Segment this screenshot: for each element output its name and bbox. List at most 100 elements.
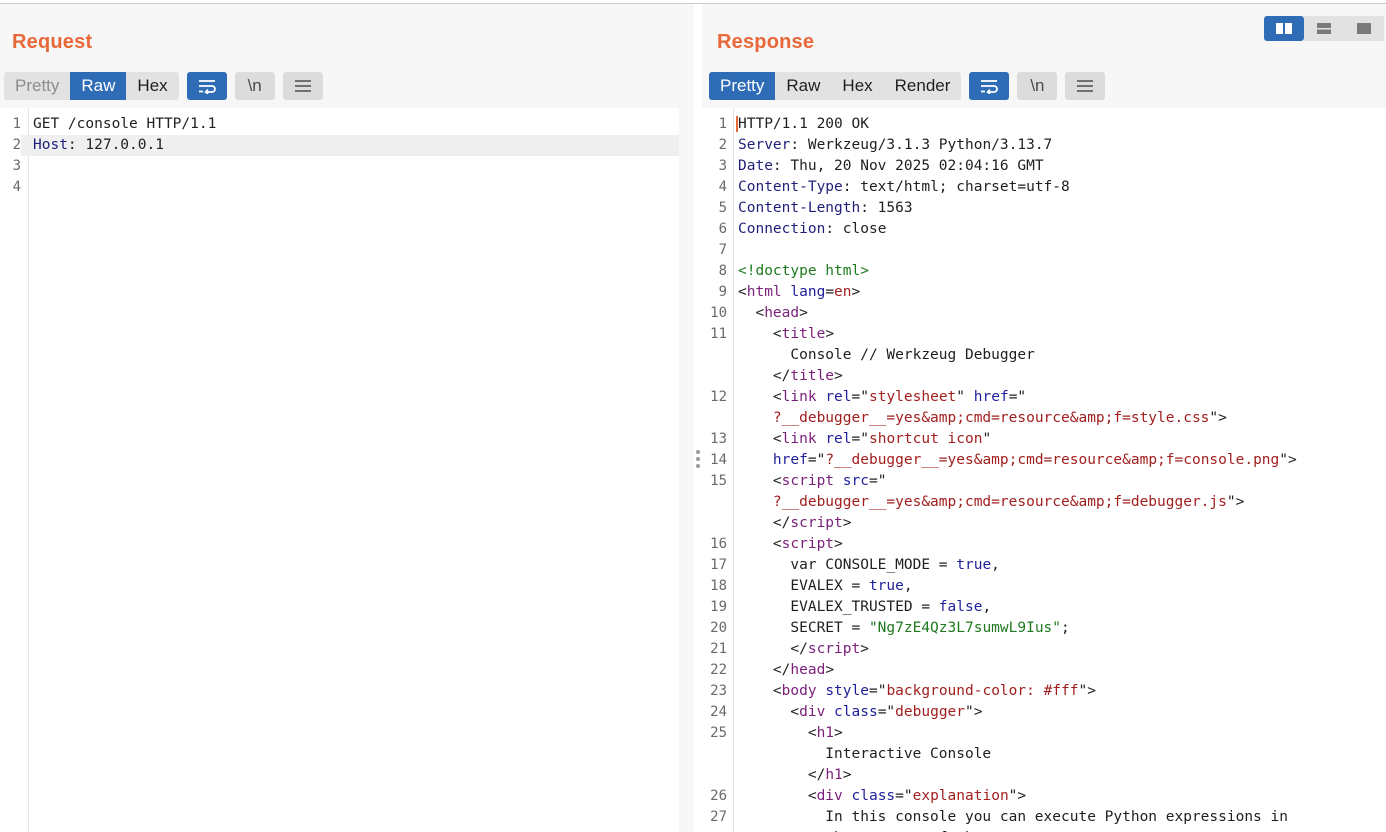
- token: background-color: #fff: [886, 683, 1079, 699]
- single-view-button[interactable]: [1344, 16, 1384, 41]
- token: html: [746, 284, 782, 300]
- code-line: 16 <script>: [702, 534, 1386, 555]
- request-editor[interactable]: 1 GET /console HTTP/1.1 2 Host: 127.0.0.1 3 4: [0, 108, 679, 832]
- tab-pretty[interactable]: Pretty: [4, 72, 70, 100]
- token: Date: [738, 158, 773, 174]
- code-line: 6 Connection: close: [702, 219, 1386, 240]
- token: true: [868, 578, 904, 594]
- show-newlines-button[interactable]: \n: [1017, 72, 1058, 100]
- token: <: [738, 431, 782, 447]
- tab-render[interactable]: Render: [884, 72, 962, 100]
- token: >: [842, 767, 852, 783]
- line-number: 8: [718, 263, 727, 279]
- code-line: 10 <head>: [702, 303, 1386, 324]
- code-line: </h1>: [702, 765, 1386, 786]
- line-number: 1: [12, 116, 21, 132]
- line-number: 24: [710, 704, 727, 720]
- token: ">: [1078, 683, 1096, 699]
- code-line: 22 </head>: [702, 660, 1386, 681]
- token: ": [982, 431, 992, 447]
- line-number: 13: [710, 431, 727, 447]
- response-code[interactable]: 1 HTTP/1.1 200 OK 2 Server: Werkzeug/3.1.3 …: [702, 114, 1386, 832]
- code-line: 4 Content-Type: text/html; charset=utf-8: [702, 177, 1386, 198]
- line-text: Server: Werkzeug/3.1.3 Python/3.13.7: [727, 135, 1386, 156]
- tab-hex[interactable]: Hex: [831, 72, 883, 100]
- request-pane: Request Pretty Raw Hex \n 1 GET /console HT…: [0, 4, 694, 832]
- request-code[interactable]: 1 GET /console HTTP/1.1 2 Host: 127.0.0.1 3 4: [0, 114, 679, 198]
- line-number: 4: [12, 179, 21, 195]
- token: en: [834, 284, 852, 300]
- code-line: 1 GET /console HTTP/1.1: [0, 114, 679, 135]
- line-number: [702, 408, 727, 429]
- line-number: 21: [710, 641, 727, 657]
- token: rel: [825, 431, 852, 447]
- token: HTTP/1.1 200 OK: [736, 116, 869, 132]
- token: >: [825, 326, 835, 342]
- line-text: EVALEX = true,: [727, 576, 1386, 597]
- line-number: 7: [718, 242, 727, 258]
- token: href: [973, 389, 1009, 405]
- menu-button[interactable]: [1065, 72, 1106, 100]
- word-wrap-button[interactable]: [186, 72, 227, 100]
- code-line: </title>: [702, 366, 1386, 387]
- request-title: Request: [12, 31, 93, 53]
- side-by-side-icon: [1276, 23, 1292, 34]
- line-text: Console // Werkzeug Debugger: [727, 345, 1386, 366]
- code-line: 13 <link rel="shortcut icon": [702, 429, 1386, 450]
- pane-splitter[interactable]: [694, 4, 702, 832]
- tab-raw[interactable]: Raw: [70, 72, 127, 100]
- line-text: <link rel="stylesheet" href=": [727, 387, 1386, 408]
- code-line: 3 Date: Thu, 20 Nov 2025 02:04:16 GMT: [702, 156, 1386, 177]
- token: link: [781, 389, 817, 405]
- token: false: [938, 599, 983, 615]
- response-editor[interactable]: 1 HTTP/1.1 200 OK 2 Server: Werkzeug/3.1.3 …: [702, 108, 1386, 832]
- token: <: [738, 725, 817, 741]
- line-number: [702, 492, 727, 513]
- word-wrap-button[interactable]: [969, 72, 1010, 100]
- side-by-side-view-button[interactable]: [1264, 16, 1304, 41]
- tab-pretty[interactable]: Pretty: [709, 72, 776, 100]
- code-line: 2 Server: Werkzeug/3.1.3 Python/3.13.7: [702, 135, 1386, 156]
- token: ,: [903, 578, 913, 594]
- code-line: 2 Host: 127.0.0.1: [0, 135, 679, 156]
- line-number: [702, 828, 727, 832]
- line-text: [727, 240, 1386, 261]
- line-text: <head>: [727, 303, 1386, 324]
- token: <: [738, 284, 747, 300]
- menu-button[interactable]: [282, 72, 323, 100]
- code-line: 1 HTTP/1.1 200 OK: [702, 114, 1386, 135]
- token: ?__debugger__=yes&amp;cmd=resource&amp;f…: [772, 494, 1227, 510]
- code-line: </script>: [702, 513, 1386, 534]
- token: Content-Length: [738, 200, 861, 216]
- line-number: 25: [710, 725, 727, 741]
- token: head: [764, 305, 800, 321]
- token: SECRET =: [738, 620, 869, 636]
- code-line: 3: [0, 156, 679, 177]
- token: ">: [1279, 452, 1297, 468]
- stacked-view-button[interactable]: [1304, 16, 1344, 41]
- response-title: Response: [717, 31, 815, 53]
- token: >: [834, 536, 843, 552]
- token: : 1563: [860, 200, 913, 216]
- token: <: [738, 389, 782, 405]
- token: ">: [1226, 494, 1245, 510]
- token: class: [834, 704, 878, 720]
- token: >: [825, 662, 835, 678]
- token: =": [1008, 389, 1027, 405]
- show-newlines-button[interactable]: \n: [234, 72, 275, 100]
- line-text: SECRET = "Ng7zE4Qz3L7sumwL9Ius";: [727, 618, 1386, 639]
- tab-raw[interactable]: Raw: [775, 72, 831, 100]
- line-text: ?__debugger__=yes&amp;cmd=resource&amp;f…: [727, 492, 1386, 513]
- code-line: Interactive Console: [702, 744, 1386, 765]
- token: rel: [825, 389, 852, 405]
- tab-hex[interactable]: Hex: [126, 72, 178, 100]
- token: body: [781, 683, 817, 699]
- splitter-grip-icon[interactable]: [696, 450, 700, 468]
- token: ?__debugger__=yes&amp;cmd=resource&amp;f…: [825, 452, 1280, 468]
- line-text: <title>: [727, 324, 1386, 345]
- token: true: [956, 557, 992, 573]
- token: div: [799, 704, 826, 720]
- token: stylesheet: [868, 389, 957, 405]
- token: </: [738, 767, 826, 783]
